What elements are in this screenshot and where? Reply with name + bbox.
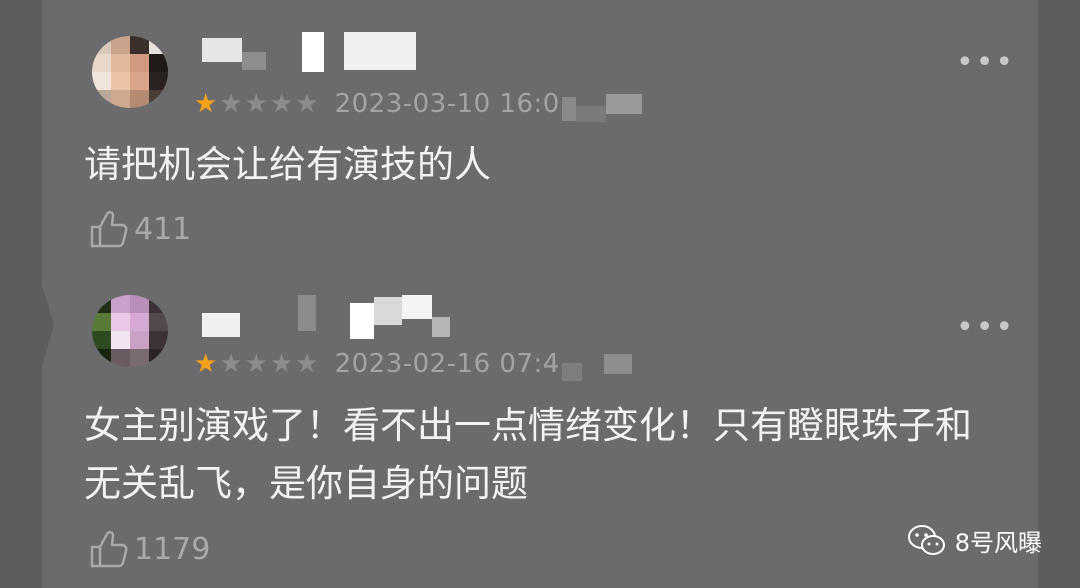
like-count: 1179 (134, 531, 211, 567)
watermark: 8号风曝 (907, 523, 1042, 558)
star-icon: ★ (219, 349, 243, 379)
comment-item: ••• ★ ★ ★ ★ ★ 2023-02-16 07:4 女主别演戏了！看不出… (42, 285, 1038, 588)
comment-date: 2023-03-10 16:0 (334, 89, 560, 119)
right-edge (1038, 0, 1080, 588)
star-icon: ★ (295, 349, 319, 379)
comment-text: 女主别演戏了！看不出一点情绪变化！只有瞪眼珠子和无关乱飞，是你自身的问题 (84, 404, 972, 505)
star-icon: ★ (295, 89, 319, 119)
avatar[interactable] (92, 36, 168, 108)
star-icon: ★ (194, 89, 218, 119)
star-icon: ★ (194, 349, 218, 379)
thumbs-up-icon (90, 531, 128, 568)
more-icon[interactable]: ••• (956, 313, 1015, 343)
watermark-text: 8号风曝 (954, 529, 1042, 557)
star-icon: ★ (269, 349, 294, 379)
rating-row: ★ ★ ★ ★ ★ 2023-03-10 16:0 (194, 86, 642, 122)
thumbs-up-icon (90, 211, 128, 248)
like-count: 411 (134, 211, 192, 247)
left-edge (0, 0, 42, 588)
comment-text: 请把机会让给有演技的人 (84, 143, 491, 186)
star-icon: ★ (269, 89, 294, 119)
more-icon[interactable]: ••• (956, 48, 1015, 78)
comment-date: 2023-02-16 07:4 (334, 349, 560, 379)
date-blurred (561, 86, 642, 122)
avatar[interactable] (92, 295, 168, 367)
comment-item: ••• ★ ★ ★ ★ ★ 2023-03-10 16:0 请把机会让给有演技的… (42, 0, 1038, 285)
username-blurred[interactable] (202, 32, 416, 74)
star-icon: ★ (244, 89, 268, 119)
rating-row: ★ ★ ★ ★ ★ 2023-02-16 07:4 (194, 347, 632, 381)
wechat-icon (907, 524, 945, 555)
date-blurred (561, 347, 632, 381)
like-button[interactable]: 411 (88, 210, 191, 248)
star-rating: ★ ★ ★ ★ ★ (194, 351, 319, 377)
like-button[interactable]: 1179 (88, 530, 210, 568)
star-icon: ★ (244, 349, 268, 379)
star-icon: ★ (219, 89, 243, 119)
username-blurred[interactable] (202, 295, 450, 339)
star-rating: ★ ★ ★ ★ ★ (194, 91, 319, 117)
